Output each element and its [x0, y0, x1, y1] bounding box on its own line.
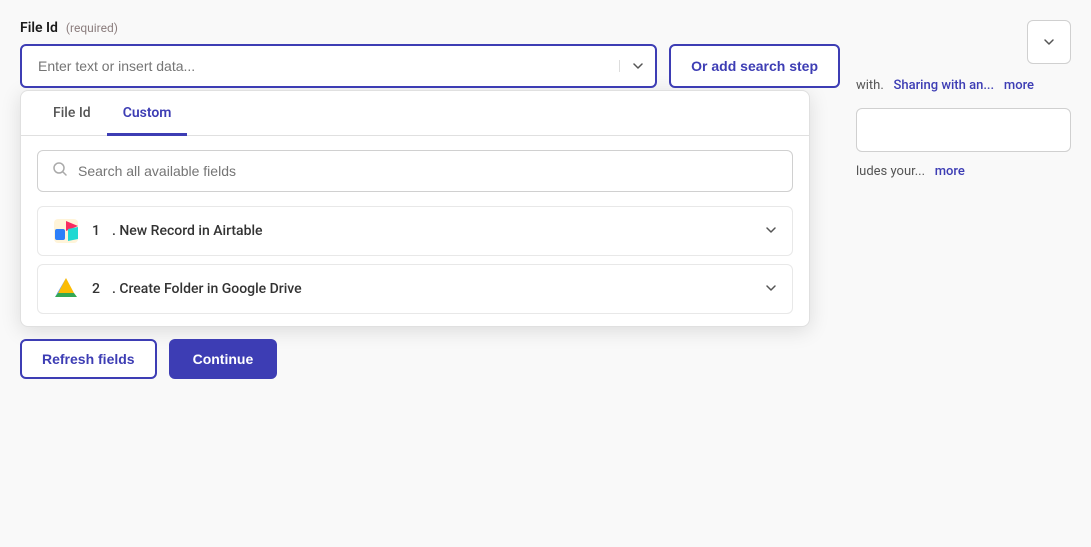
- search-input[interactable]: [78, 163, 778, 179]
- list-item-airtable-label: 1: [92, 223, 100, 239]
- refresh-fields-button[interactable]: Refresh fields: [20, 339, 157, 379]
- text-input-wrapper[interactable]: [20, 44, 657, 88]
- right-textarea[interactable]: [856, 108, 1071, 152]
- continue-button[interactable]: Continue: [169, 339, 278, 379]
- tab-file-id[interactable]: File Id: [37, 91, 107, 136]
- list-item-airtable-text: . New Record in Airtable: [112, 223, 263, 239]
- airtable-icon: [52, 217, 80, 245]
- or-add-search-step-button[interactable]: Or add search step: [669, 44, 840, 88]
- right-text-prefix-1: with.: [856, 78, 884, 93]
- search-box[interactable]: [37, 150, 793, 192]
- field-label-row: File Id (required): [20, 20, 840, 36]
- list-item-gdrive-label: 2: [92, 281, 100, 297]
- list-item-airtable-chevron: [764, 223, 778, 240]
- dropdown-panel: File Id Custom: [20, 90, 810, 327]
- tab-custom[interactable]: Custom: [107, 91, 188, 136]
- right-text-block-1: with. Sharing with an... more: [856, 76, 1071, 96]
- search-wrapper: [21, 136, 809, 206]
- right-panel: with. Sharing with an... more ludes your…: [856, 20, 1071, 527]
- input-chevron-button[interactable]: [619, 60, 655, 72]
- required-badge: (required): [66, 21, 118, 35]
- tabs-row: File Id Custom: [21, 91, 809, 136]
- input-row: Or add search step: [20, 44, 840, 88]
- list-item-gdrive[interactable]: 2 . Create Folder in Google Drive: [37, 264, 793, 314]
- list-item-airtable-left: 1 . New Record in Airtable: [52, 217, 263, 245]
- search-icon: [52, 161, 68, 181]
- right-more-link-2[interactable]: more: [935, 164, 965, 179]
- list-items: 1 . New Record in Airtable: [21, 206, 809, 326]
- right-text-prefix-2: ludes your...: [856, 164, 925, 179]
- right-chevron-button[interactable]: [1027, 20, 1071, 64]
- bottom-buttons: Refresh fields Continue: [20, 339, 840, 379]
- right-text-block-2: ludes your... more: [856, 164, 1071, 179]
- list-item-airtable[interactable]: 1 . New Record in Airtable: [37, 206, 793, 256]
- list-item-gdrive-chevron: [764, 281, 778, 298]
- right-link-1[interactable]: Sharing with an...: [893, 78, 994, 93]
- text-input[interactable]: [22, 46, 619, 86]
- gdrive-icon: [52, 275, 80, 303]
- list-item-gdrive-text: . Create Folder in Google Drive: [112, 281, 302, 297]
- field-label-text: File Id: [20, 20, 58, 36]
- list-item-gdrive-left: 2 . Create Folder in Google Drive: [52, 275, 302, 303]
- right-more-link-1[interactable]: more: [1004, 78, 1034, 93]
